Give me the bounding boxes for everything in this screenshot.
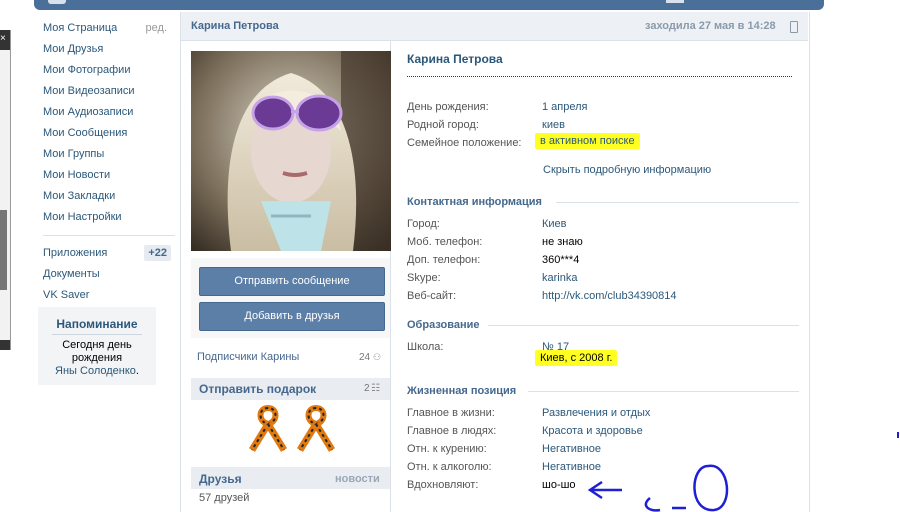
- birthday-value[interactable]: 1 апреля: [542, 101, 588, 113]
- skype-label: Skype:: [407, 272, 441, 284]
- hometown-value[interactable]: киев: [542, 119, 565, 131]
- website-link[interactable]: http://vk.com/club34390814: [542, 290, 677, 302]
- mobile-value: не знаю: [542, 236, 583, 248]
- sidebar-item-vk-saver[interactable]: VK Saver: [43, 286, 175, 307]
- relationship-value[interactable]: в активном поиске: [535, 133, 640, 149]
- education-section-title: Образование: [407, 319, 480, 331]
- inspiration-value: шо-шо: [542, 479, 576, 491]
- city-label: Город:: [407, 218, 440, 230]
- send-gift-link[interactable]: Отправить подарок: [199, 382, 316, 396]
- life-main-label: Главное в жизни:: [407, 407, 495, 419]
- sidebar-item-label: Приложения: [43, 247, 108, 259]
- life-position-section-title: Жизненная позиция: [407, 385, 517, 397]
- profile-header-name: Карина Петрова: [191, 20, 279, 32]
- reminder-divider: [52, 334, 142, 335]
- alcohol-label: Отн. к алкоголю:: [407, 461, 492, 473]
- friends-title[interactable]: Друзья: [199, 472, 242, 486]
- skype-value[interactable]: karinka: [542, 272, 577, 284]
- reminder-suffix: .: [135, 365, 139, 377]
- life-main-value[interactable]: Развлечения и отдых: [542, 407, 650, 419]
- relationship-label: Семейное положение:: [407, 137, 522, 149]
- sidebar-item-audio[interactable]: Мои Аудиозаписи: [43, 103, 175, 124]
- profile-name: Карина Петрова: [407, 52, 503, 66]
- alcohol-value[interactable]: Негативное: [542, 461, 601, 473]
- education-section-line: [488, 325, 799, 326]
- mobile-label: Моб. телефон:: [407, 236, 483, 248]
- add-friend-button[interactable]: Добавить в друзья: [199, 302, 385, 331]
- friends-news-link[interactable]: новости: [335, 473, 380, 485]
- mobile-phone-icon: [790, 21, 798, 33]
- sidebar-item-videos[interactable]: Мои Видеозаписи: [43, 82, 175, 103]
- background-window: [0, 30, 11, 350]
- reminder-box: Напоминание Сегодня день рождения Яны Со…: [38, 307, 156, 385]
- subscribers-count: 24: [359, 352, 371, 363]
- sidebar-item-news[interactable]: Мои Новости: [43, 166, 175, 187]
- life-position-section-line: [528, 391, 799, 392]
- reminder-prefix: Сегодня: [62, 339, 105, 351]
- subscribers-link[interactable]: Подписчики Карины: [197, 351, 299, 363]
- inspiration-label: Вдохновляют:: [407, 479, 479, 491]
- people-main-value[interactable]: Красота и здоровье: [542, 425, 643, 437]
- background-window-statusbar: [0, 340, 10, 350]
- reminder-title: Напоминание: [56, 317, 138, 331]
- ribbon-gift-icon[interactable]: [246, 404, 290, 457]
- city-value[interactable]: Киев: [542, 218, 567, 230]
- sidebar-item-friends[interactable]: Мои Друзья: [43, 40, 175, 61]
- last-seen-status: заходила 27 мая в 14:28: [645, 20, 776, 32]
- smoking-label: Отн. к курению:: [407, 443, 487, 455]
- smoking-value[interactable]: Негативное: [542, 443, 601, 455]
- edit-link[interactable]: ред.: [146, 19, 167, 37]
- reminder-text: Сегодня день рождения Яны Солоденко.: [38, 339, 156, 378]
- contact-section-title: Контактная информация: [407, 196, 542, 208]
- birthday-label: День рождения:: [407, 101, 489, 113]
- gifts-count: 2: [364, 383, 370, 394]
- reminder-name-first[interactable]: Яны: [55, 365, 77, 377]
- sidebar-menu: Моя Страница ред. Мои Друзья Мои Фотограф…: [43, 19, 175, 307]
- person-icon: ⚇: [373, 352, 382, 362]
- background-window-scrollbar[interactable]: [0, 210, 7, 290]
- sidebar-item-label: Моя Страница: [43, 22, 118, 34]
- school-label: Школа:: [407, 341, 444, 353]
- school-detail[interactable]: Киев, с 2008 г.: [535, 350, 618, 366]
- extra-phone-label: Доп. телефон:: [407, 254, 481, 266]
- header-search-fragment: [666, 0, 684, 3]
- website-label: Веб-сайт:: [407, 290, 457, 302]
- friends-count[interactable]: 57 друзей: [199, 492, 249, 504]
- sidebar-item-photos[interactable]: Мои Фотографии: [43, 61, 175, 82]
- people-main-label: Главное в людях:: [407, 425, 497, 437]
- send-message-button[interactable]: Отправить сообщение: [199, 267, 385, 296]
- top-header-bar: [34, 0, 824, 10]
- status-line[interactable]: [407, 76, 792, 78]
- sidebar-divider: [43, 235, 175, 236]
- sidebar-item-my-page[interactable]: Моя Страница ред.: [43, 19, 175, 40]
- header-logo-fragment: [48, 0, 66, 4]
- gift-icon: ☷: [371, 383, 380, 394]
- hometown-label: Родной город:: [407, 119, 479, 131]
- sidebar-item-groups[interactable]: Мои Группы: [43, 145, 175, 166]
- apps-count-badge: +22: [144, 245, 171, 261]
- sidebar-item-documents[interactable]: Документы: [43, 265, 175, 286]
- extra-phone-value: 360***4: [542, 254, 580, 266]
- close-icon[interactable]: ×: [0, 34, 8, 44]
- sidebar-item-messages[interactable]: Мои Сообщения: [43, 124, 175, 145]
- ribbon-gift-icon[interactable]: [294, 404, 338, 457]
- hide-info-link[interactable]: Скрыть подробную информацию: [543, 164, 711, 176]
- sidebar-item-settings[interactable]: Мои Настройки: [43, 208, 175, 229]
- profile-photo[interactable]: [191, 51, 391, 251]
- sidebar-item-apps[interactable]: Приложения +22: [43, 244, 175, 265]
- reminder-name-last[interactable]: Солоденко: [80, 365, 136, 377]
- sidebar-item-bookmarks[interactable]: Мои Закладки: [43, 187, 175, 208]
- contact-section-line: [556, 202, 799, 203]
